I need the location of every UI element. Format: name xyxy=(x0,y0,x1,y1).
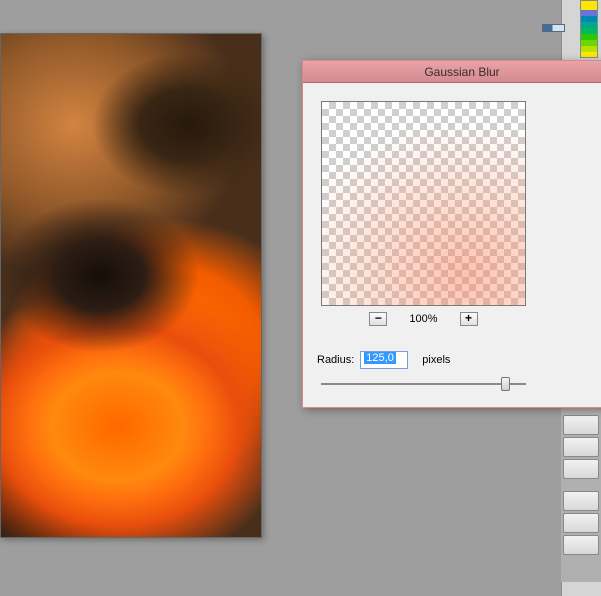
zoom-value: 100% xyxy=(409,313,437,325)
radius-slider[interactable] xyxy=(321,377,526,391)
transparency-checker xyxy=(322,102,525,305)
slider-track xyxy=(321,383,526,385)
panel-button[interactable] xyxy=(563,535,599,555)
panel-button[interactable] xyxy=(563,437,599,457)
dialog-title: Gaussian Blur xyxy=(424,65,499,79)
zoom-in-button[interactable]: + xyxy=(460,312,478,326)
filter-preview[interactable] xyxy=(321,101,526,306)
slider-thumb[interactable] xyxy=(501,377,510,391)
radius-value: 125,0 xyxy=(364,352,396,364)
gaussian-blur-dialog: Gaussian Blur − 100% + Radius: 125,0 pix… xyxy=(302,60,601,408)
canvas-document[interactable] xyxy=(0,33,262,538)
panel-button[interactable] xyxy=(563,459,599,479)
swatches-strip[interactable] xyxy=(580,0,598,58)
radius-label: Radius: xyxy=(317,354,354,366)
dialog-body: − 100% + Radius: 125,0 pixels xyxy=(303,83,601,119)
panel-button[interactable] xyxy=(563,513,599,533)
radius-unit: pixels xyxy=(422,354,450,366)
panel-button[interactable] xyxy=(563,491,599,511)
plus-icon: + xyxy=(465,312,472,324)
panel-box xyxy=(561,402,601,582)
radius-input[interactable]: 125,0 xyxy=(360,351,408,369)
panel-button[interactable] xyxy=(563,415,599,435)
radius-row: Radius: 125,0 pixels xyxy=(317,351,450,369)
zoom-out-button[interactable]: − xyxy=(369,312,387,326)
progress-indicator xyxy=(542,24,565,32)
dialog-titlebar[interactable]: Gaussian Blur xyxy=(303,61,601,83)
zoom-controls: − 100% + xyxy=(321,309,526,329)
document-image xyxy=(1,34,261,537)
minus-icon: − xyxy=(375,312,382,324)
